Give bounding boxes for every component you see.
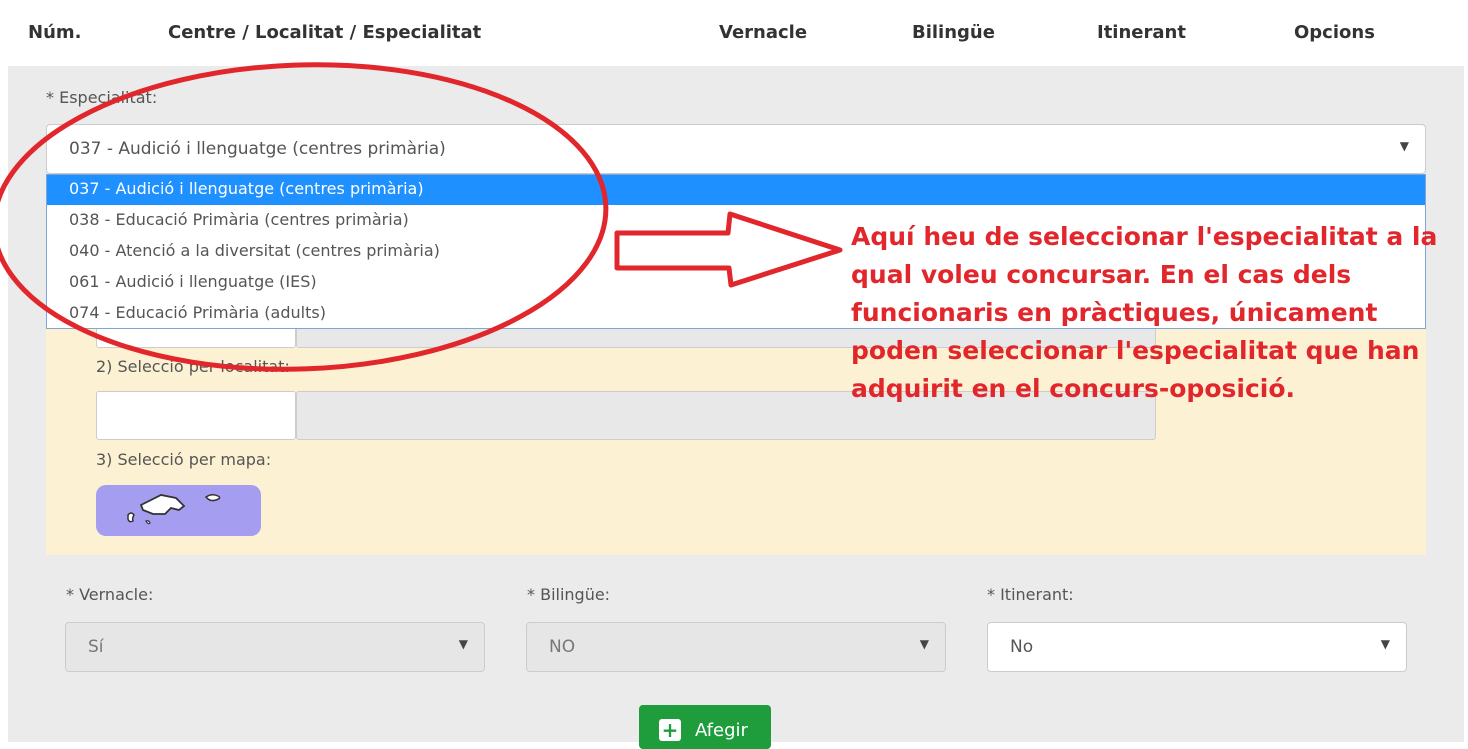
itinerant-value: No	[1010, 637, 1034, 657]
add-button[interactable]: + Afegir	[639, 705, 771, 749]
especialitat-selected-value: 037 - Audició i llenguatge (centres prim…	[69, 139, 446, 159]
itinerant-label: * Itinerant:	[987, 585, 1074, 604]
col-vernacle: Vernacle	[719, 22, 808, 43]
col-num: Núm.	[28, 22, 82, 43]
caret-down-icon: ▼	[458, 637, 468, 651]
dropdown-option[interactable]: 037 - Audició i llenguatge (centres prim…	[47, 175, 1425, 205]
localitat-label: 2) Selecció per localitat:	[96, 357, 290, 376]
mapa-label: 3) Selecció per mapa:	[96, 450, 272, 469]
plus-icon: +	[659, 719, 681, 741]
col-itinerant: Itinerant	[1097, 22, 1186, 43]
bilingue-label: * Bilingüe:	[527, 585, 611, 604]
bilingue-value: NO	[549, 637, 576, 657]
caret-down-icon: ▼	[1399, 139, 1409, 153]
col-opcions: Opcions	[1294, 22, 1375, 43]
especialitat-select[interactable]: 037 - Audició i llenguatge (centres prim…	[46, 124, 1426, 174]
itinerant-select[interactable]: No ▼	[987, 622, 1407, 672]
balearic-islands-map-icon	[127, 493, 221, 525]
vernacle-label: * Vernacle:	[66, 585, 154, 604]
col-centre: Centre / Localitat / Especialitat	[168, 22, 482, 43]
caret-down-icon: ▼	[1380, 637, 1390, 651]
add-button-label: Afegir	[695, 720, 748, 741]
map-button[interactable]	[96, 485, 261, 536]
caret-down-icon: ▼	[919, 637, 929, 651]
annotation-text: Aquí heu de seleccionar l'especialitat a…	[851, 222, 1438, 403]
vernacle-select[interactable]: Sí ▼	[65, 622, 485, 672]
table-header: Núm. Centre / Localitat / Especialitat V…	[0, 0, 1468, 66]
vernacle-value: Sí	[88, 637, 104, 657]
bilingue-select[interactable]: NO ▼	[526, 622, 946, 672]
especialitat-label: * Especialitat:	[46, 88, 158, 107]
col-bilingue: Bilingüe	[912, 22, 995, 43]
localitat-code-input[interactable]	[96, 391, 296, 440]
